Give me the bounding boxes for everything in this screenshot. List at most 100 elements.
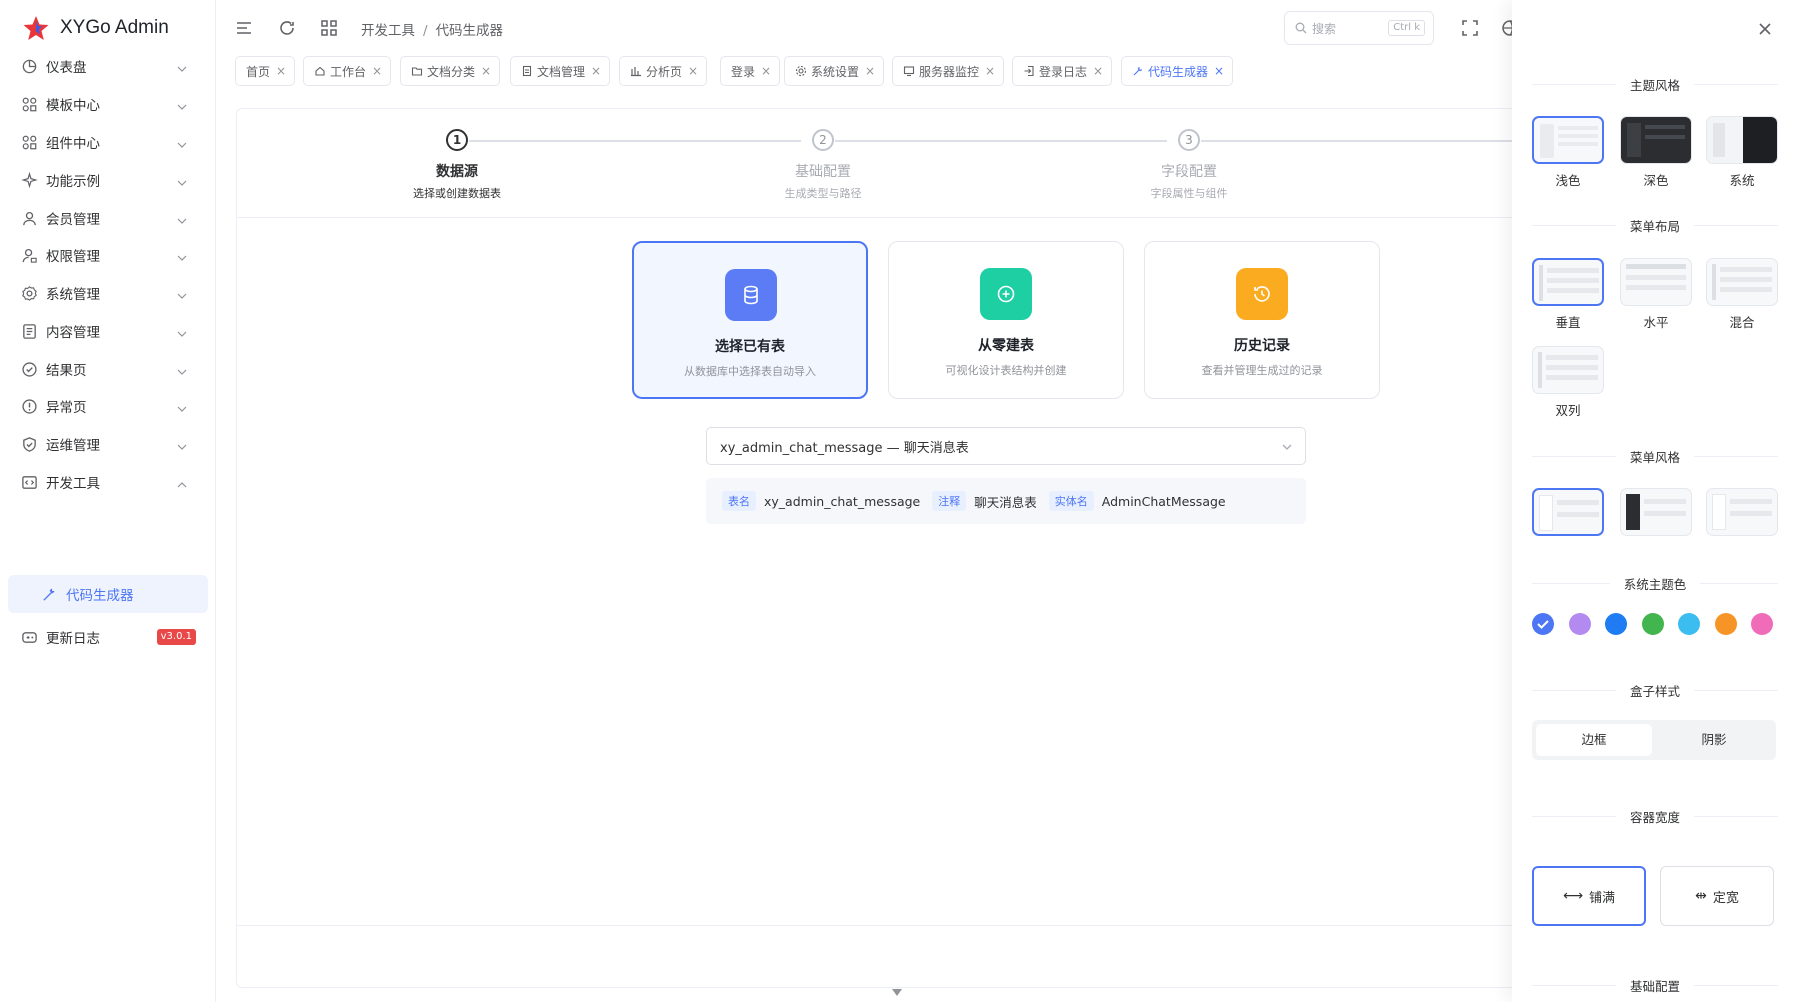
sidebar-item-2[interactable]: 模板中心: [8, 85, 208, 123]
close-icon[interactable]: ×: [985, 64, 995, 78]
step-connector: [469, 140, 801, 142]
layout-vertical-option[interactable]: [1532, 258, 1604, 306]
grid-icon: [20, 95, 38, 113]
step-number: 2: [812, 129, 834, 151]
table-select[interactable]: xy_admin_chat_message — 聊天消息表: [706, 427, 1306, 465]
box-style-shadow[interactable]: 阴影: [1656, 724, 1772, 756]
close-icon[interactable]: ×: [481, 64, 491, 78]
settings-section-heading: 基础配置: [1532, 977, 1779, 994]
sidebar-item-8[interactable]: 内容管理: [8, 312, 208, 350]
menu-toggle-icon[interactable]: [234, 18, 254, 38]
breadcrumb-separator: /: [423, 23, 428, 39]
close-icon[interactable]: ×: [688, 64, 698, 78]
user-icon: [20, 209, 38, 227]
sidebar-item-label: 权限管理: [46, 249, 100, 265]
theme-dark-option[interactable]: [1620, 116, 1692, 164]
sidebar-subitem-code-generator[interactable]: 代码生成器: [8, 575, 208, 613]
fullscreen-icon[interactable]: [1460, 18, 1480, 38]
section-title: 容器宽度: [1630, 809, 1681, 825]
breadcrumb-item[interactable]: 开发工具: [361, 23, 415, 39]
chevron-down-icon: [176, 438, 188, 450]
divider: [1532, 815, 1616, 817]
sidebar-item-changelog[interactable]: 更新日志 v3.0.1: [8, 618, 208, 656]
sidebar-item-9[interactable]: 结果页: [8, 350, 208, 388]
chevron-down-icon: [176, 98, 188, 110]
tab-4[interactable]: 文档管理 ×: [510, 56, 611, 86]
tab-3[interactable]: 文档分类 ×: [400, 56, 501, 86]
changelog-icon: [20, 628, 38, 646]
theme-color-swatch[interactable]: [1678, 613, 1700, 635]
sidebar-item-3[interactable]: 组件中心: [8, 123, 208, 161]
sidebar-item-1[interactable]: 仪表盘: [8, 47, 208, 85]
table-info-bar: 表名 xy_admin_chat_message 注释 聊天消息表 实体名 Ad…: [706, 478, 1306, 524]
theme-light-option[interactable]: [1532, 116, 1604, 164]
close-icon[interactable]: ×: [276, 64, 286, 78]
version-badge: v3.0.1: [156, 629, 196, 645]
close-icon[interactable]: ×: [372, 64, 382, 78]
source-card-3[interactable]: 历史记录 查看并管理生成过的记录: [1144, 241, 1380, 399]
sidebar-item-label: 结果页: [46, 363, 87, 379]
close-icon[interactable]: ×: [1093, 64, 1103, 78]
source-card-1[interactable]: 选择已有表 从数据库中选择表自动导入: [632, 241, 868, 399]
user-lock-icon: [20, 246, 38, 264]
sidebar-item-label: 模板中心: [46, 98, 100, 114]
sidebar-item-10[interactable]: 异常页: [8, 387, 208, 425]
sidebar-item-11[interactable]: 运维管理: [8, 425, 208, 463]
sidebar-item-7[interactable]: 系统管理: [8, 274, 208, 312]
theme-color-swatch[interactable]: [1532, 613, 1554, 635]
settings-section-heading: 主题风格: [1532, 76, 1779, 93]
section-title: 菜单布局: [1630, 218, 1681, 234]
search-input[interactable]: 搜索 Ctrl k: [1284, 11, 1434, 45]
app-logo[interactable]: XYGo Admin: [22, 12, 169, 44]
theme-label: 深色: [1643, 173, 1669, 188]
tab-7[interactable]: 系统设置 ×: [784, 56, 885, 86]
sidebar-item-6[interactable]: 权限管理: [8, 236, 208, 274]
layout-double-column-option[interactable]: [1532, 346, 1604, 394]
tab-6[interactable]: 登录 ×: [720, 56, 781, 86]
bar-chart-icon: [630, 65, 642, 77]
sparkle-icon: [20, 171, 38, 189]
divider: [1694, 83, 1779, 85]
collapse-caret-icon[interactable]: [887, 984, 907, 1002]
box-style-border[interactable]: 边框: [1536, 724, 1652, 756]
menu-style-light-option[interactable]: [1532, 488, 1604, 536]
tab-10[interactable]: 代码生成器 ×: [1121, 56, 1234, 86]
tab-5[interactable]: 分析页 ×: [619, 56, 708, 86]
apps-grid-icon[interactable]: [319, 18, 339, 38]
close-icon[interactable]: ×: [865, 64, 875, 78]
tab-8[interactable]: 服务器监控 ×: [892, 56, 1005, 86]
chevron-down-icon: [176, 212, 188, 224]
sidebar-item-12[interactable]: 开发工具: [8, 463, 208, 501]
theme-system-option[interactable]: [1706, 116, 1778, 164]
width-full-button[interactable]: ⟷ 铺满: [1532, 866, 1646, 926]
step-connector: [835, 140, 1167, 142]
login-icon: [1023, 65, 1035, 77]
close-icon[interactable]: ×: [591, 64, 601, 78]
sidebar: XYGo Admin 仪表盘模板中心组件中心 功能示例 会员管理权限管理系统管理 内容…: [0, 0, 216, 1002]
source-card-2[interactable]: 从零建表 可视化设计表结构并创建: [888, 241, 1124, 399]
shield-check-icon: [20, 435, 38, 453]
footer-divider: [236, 925, 1516, 926]
theme-label: 系统: [1729, 173, 1755, 188]
fixed-width-icon: ⇹: [1695, 888, 1707, 904]
refresh-icon[interactable]: [277, 18, 297, 38]
theme-color-swatch[interactable]: [1568, 613, 1591, 635]
sidebar-item-5[interactable]: 会员管理: [8, 199, 208, 237]
tab-9[interactable]: 登录日志 ×: [1012, 56, 1113, 86]
globe-icon[interactable]: [1500, 18, 1512, 38]
tab-1[interactable]: 首页 ×: [235, 56, 296, 86]
close-icon[interactable]: [1756, 20, 1774, 38]
close-icon[interactable]: ×: [761, 64, 771, 78]
menu-style-design-option[interactable]: [1706, 488, 1778, 536]
theme-color-swatch[interactable]: [1641, 613, 1664, 635]
theme-color-swatch[interactable]: [1751, 613, 1773, 635]
menu-style-dark-option[interactable]: [1620, 488, 1692, 536]
close-icon[interactable]: ×: [1214, 64, 1224, 78]
tab-2[interactable]: 工作台 ×: [303, 56, 392, 86]
theme-color-swatch[interactable]: [1714, 613, 1737, 635]
width-fixed-button[interactable]: ⇹ 定宽: [1660, 866, 1774, 926]
layout-mixed-option[interactable]: [1706, 258, 1778, 306]
theme-color-swatch[interactable]: [1605, 613, 1627, 635]
layout-horizontal-option[interactable]: [1620, 258, 1692, 306]
sidebar-item-4[interactable]: 功能示例: [8, 161, 208, 199]
